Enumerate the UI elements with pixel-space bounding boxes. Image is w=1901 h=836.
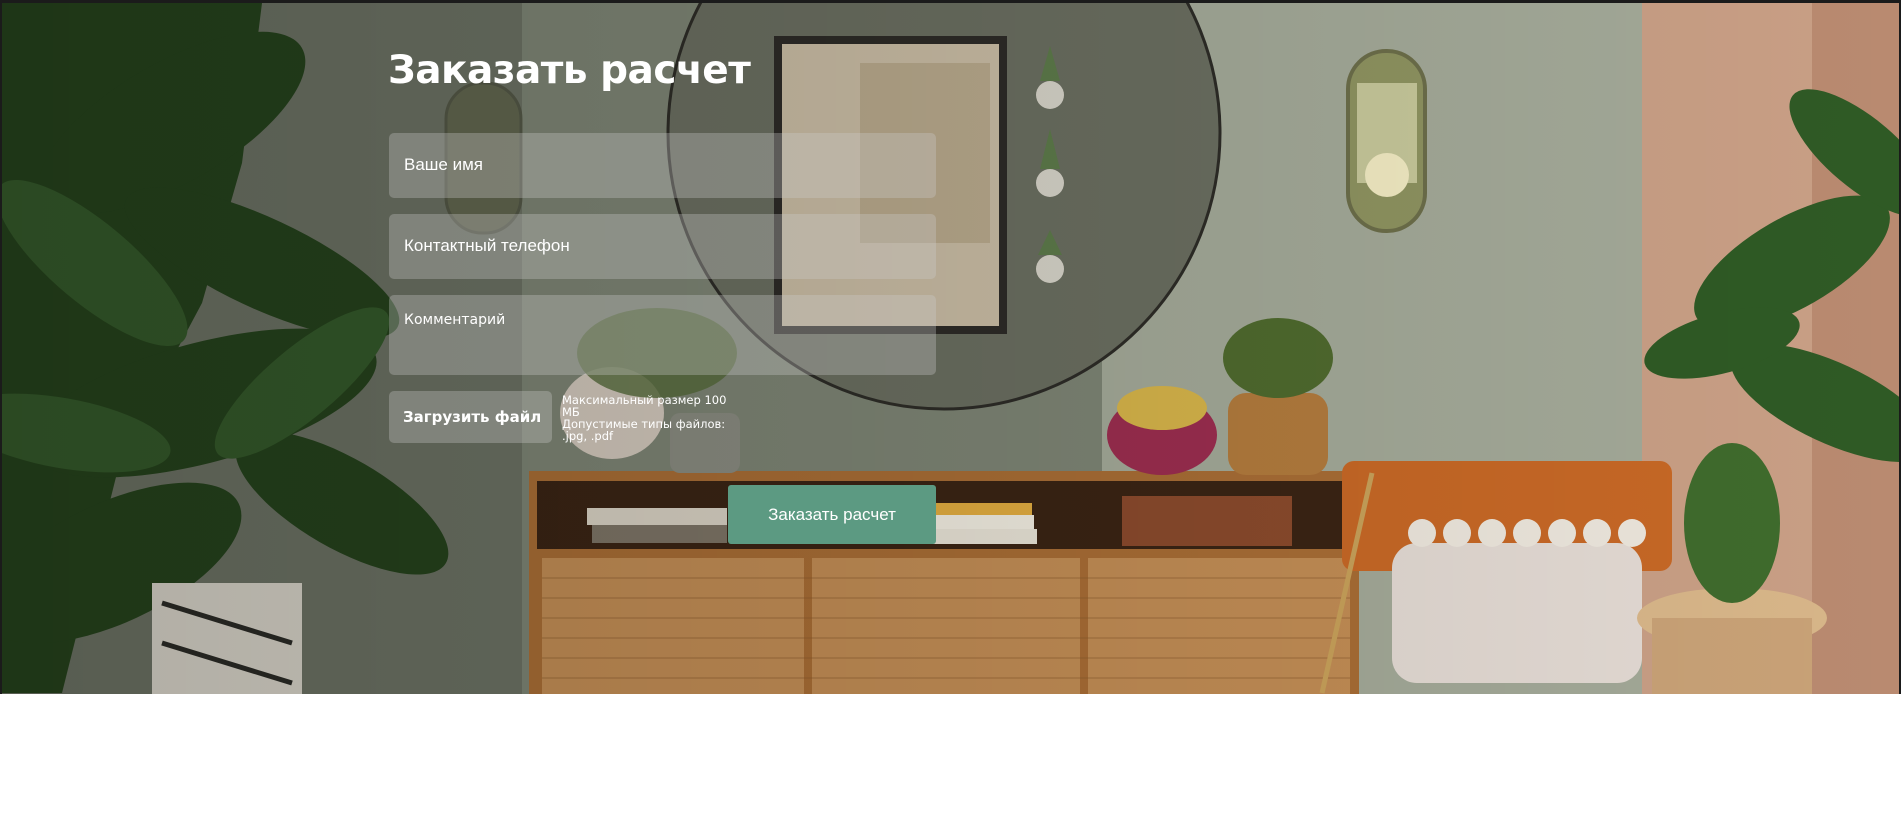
- hero-section: [0, 0, 1901, 694]
- hero-overlay: [2, 3, 1899, 694]
- submit-button-label: Заказать расчет: [768, 504, 896, 524]
- submit-button[interactable]: Заказать расчет: [728, 485, 936, 544]
- phone-field[interactable]: Контактный телефон: [389, 214, 936, 279]
- upload-note: Максимальный размер 100 МБ Допустимые ти…: [562, 394, 732, 442]
- comment-field[interactable]: Комментарий: [389, 295, 936, 375]
- upload-allowed-types: Допустимые типы файлов: .jpg, .pdf: [562, 417, 726, 443]
- upload-max-size: Максимальный размер 100 МБ: [562, 393, 727, 419]
- comment-placeholder: Комментарий: [404, 312, 506, 328]
- name-placeholder: Ваше имя: [404, 155, 483, 174]
- upload-file-button[interactable]: Загрузить файл: [389, 391, 552, 443]
- form-title: Заказать расчет: [388, 48, 751, 93]
- upload-file-label: Загрузить файл: [403, 408, 542, 426]
- phone-placeholder: Контактный телефон: [404, 236, 570, 255]
- name-field[interactable]: Ваше имя: [389, 133, 936, 198]
